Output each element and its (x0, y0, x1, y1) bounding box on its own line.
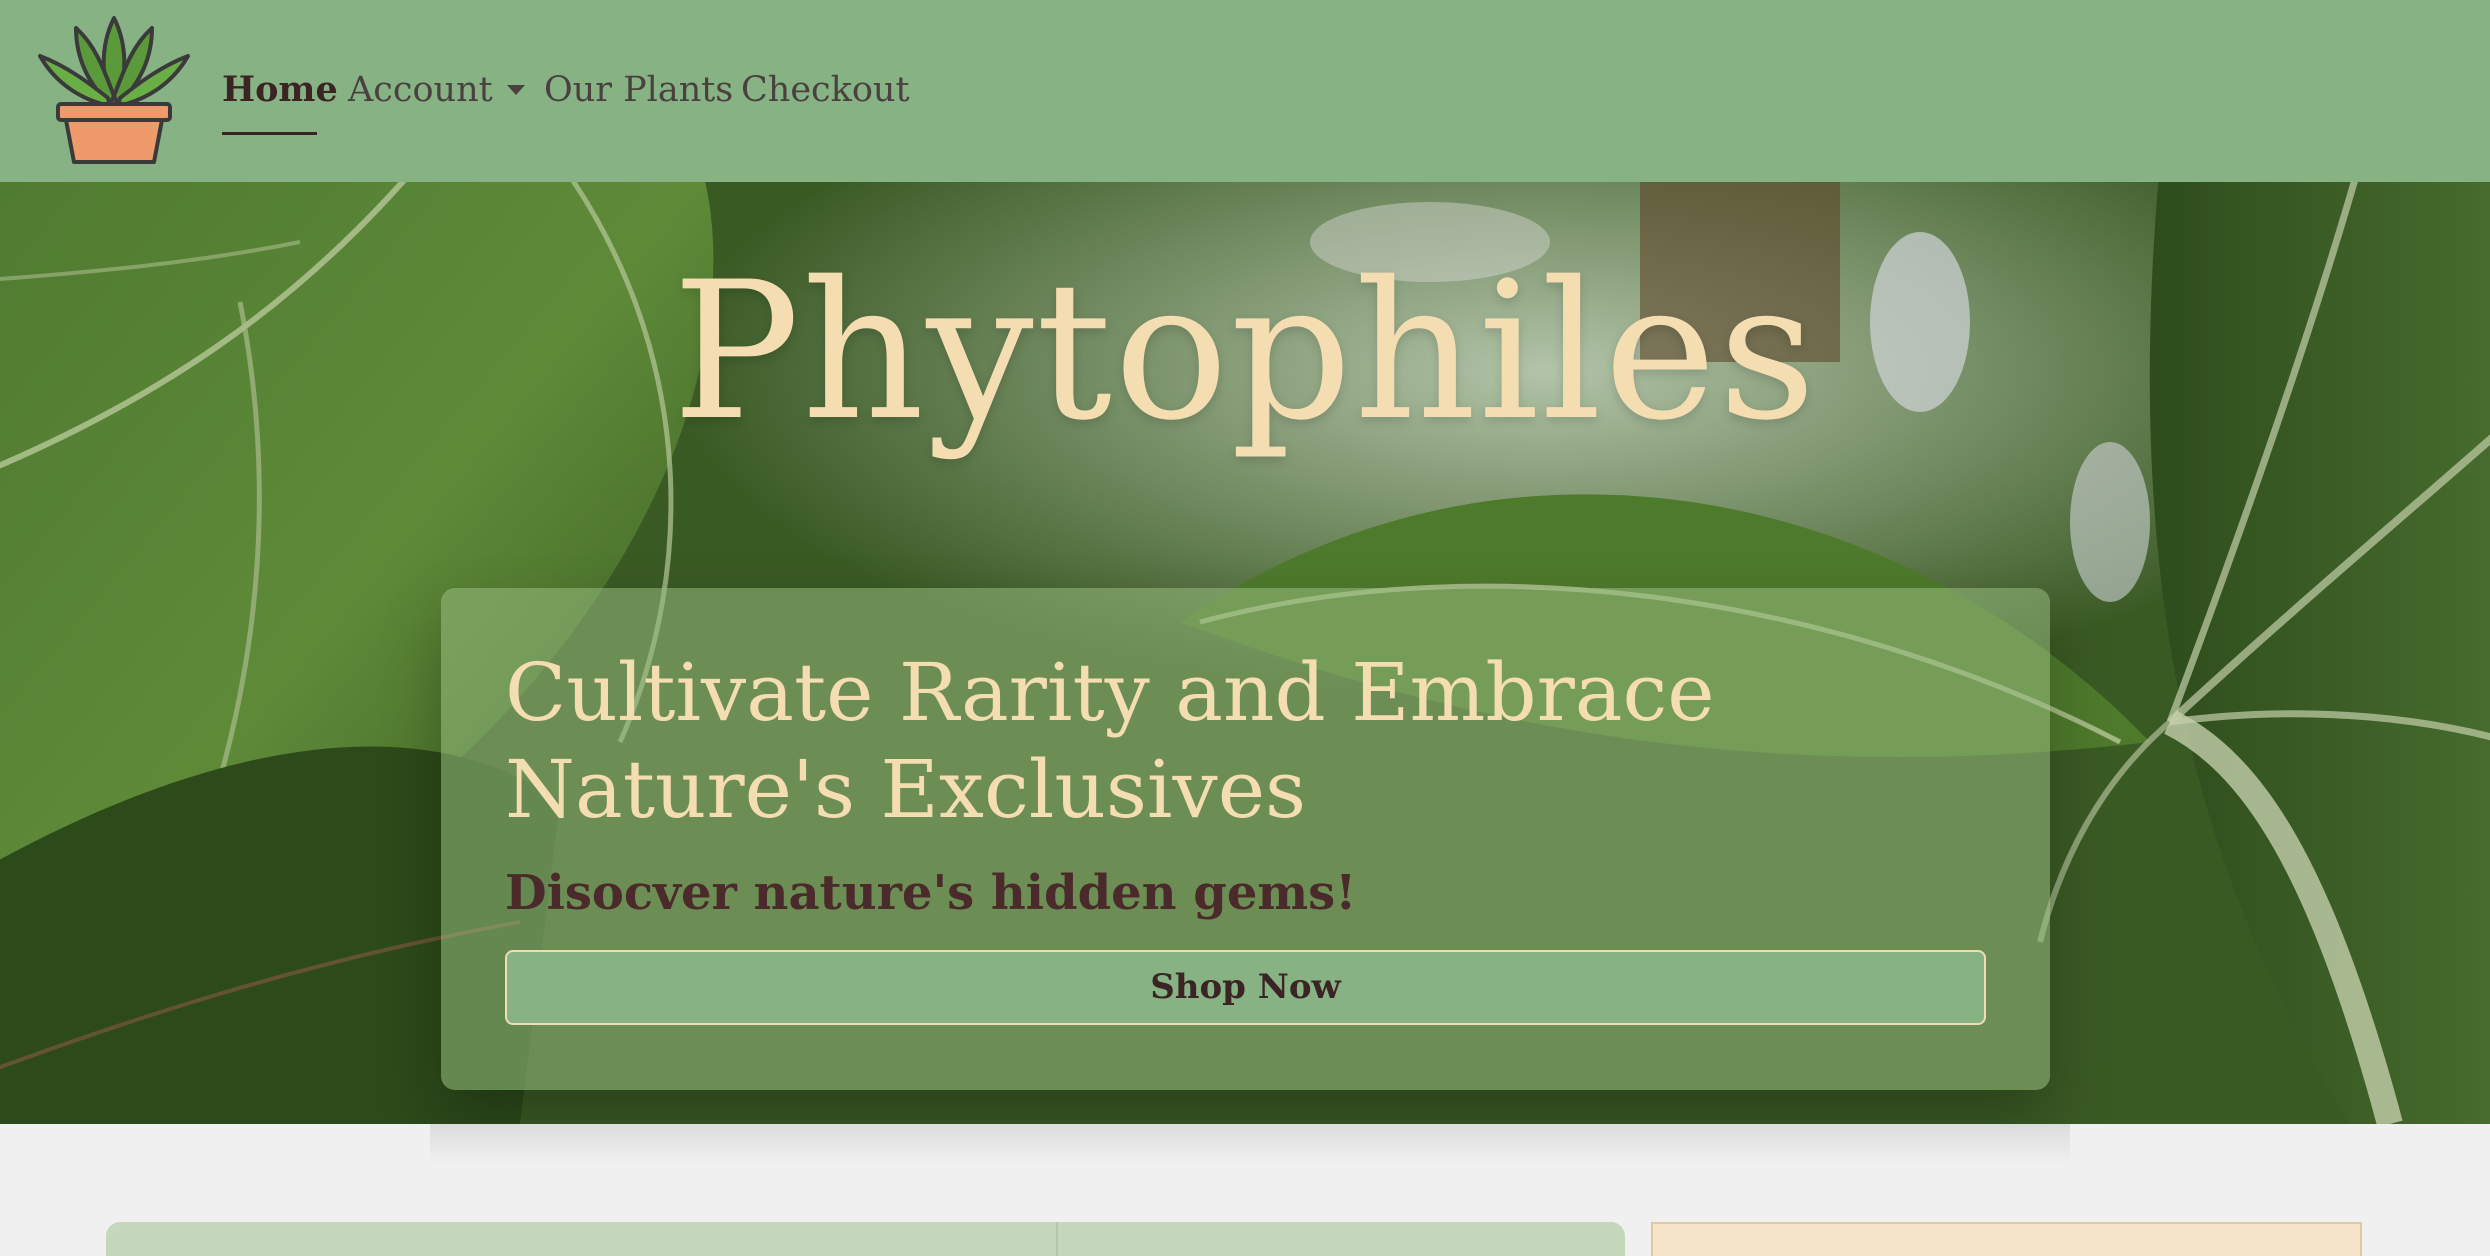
hero-subheading: Disocver nature's hidden gems! (505, 865, 1357, 921)
caret-down-icon (506, 84, 525, 95)
nav-checkout-link[interactable]: Checkout (741, 62, 910, 118)
nav-home-link[interactable]: Home (222, 62, 338, 118)
content-panel-right (1651, 1222, 2362, 1256)
hero-heading: Cultivate Rarity and Embrace Nature's Ex… (505, 646, 1715, 836)
hero-banner: Phytophiles Cultivate Rarity and Embrace… (0, 182, 2490, 1124)
hero-card: Cultivate Rarity and Embrace Nature's Ex… (441, 588, 2050, 1090)
navbar: Home Account Our Plants Checkout (0, 0, 2490, 182)
content-panel-left (106, 1222, 1625, 1256)
potted-plant-logo-icon[interactable] (36, 12, 192, 168)
nav-account-label: Account (348, 70, 493, 110)
shop-now-button[interactable]: Shop Now (505, 950, 1986, 1025)
hero-shadow (430, 1124, 2070, 1164)
nav-active-indicator (222, 132, 317, 135)
hero-title: Phytophiles (672, 241, 1818, 462)
nav-our-plants-link[interactable]: Our Plants (544, 62, 733, 118)
panel-divider (1056, 1222, 1058, 1256)
nav-account-dropdown[interactable]: Account (348, 62, 525, 118)
